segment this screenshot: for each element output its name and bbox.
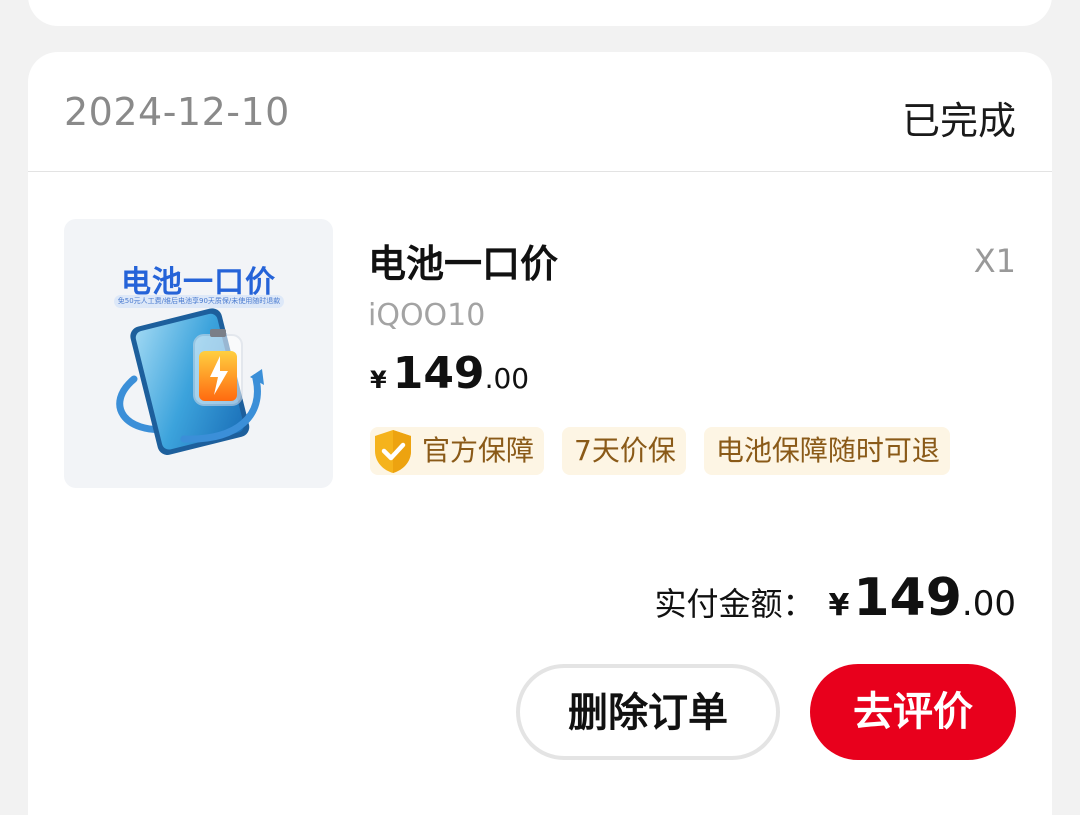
tag-price-protection[interactable]: 7天价保: [562, 427, 686, 475]
payment-decimal: .00: [961, 584, 1016, 624]
price-decimal: .00: [484, 362, 530, 395]
product-image[interactable]: 电池一口价 免50元人工费/维后电池享90天质保/未使用随时退款: [64, 219, 333, 488]
tag-official-guarantee[interactable]: 官方保障: [370, 427, 545, 475]
payment-integer: 149: [853, 568, 962, 628]
shield-check-icon: [375, 430, 411, 473]
payment-total: 实付金额： ¥149.00: [654, 568, 1016, 628]
tag-label: 电池保障随时可退: [715, 434, 940, 467]
previous-order-card: [28, 0, 1052, 26]
order-card[interactable]: 2024-12-10 已完成 电池一口价 免50元人工费/维后电池享90天质保/…: [28, 52, 1052, 815]
price-integer: 149: [392, 348, 485, 399]
product-model: iQOO10: [368, 298, 486, 333]
price-currency: ¥: [370, 366, 387, 394]
service-tags: 官方保障 7天价保 电池保障随时可退: [370, 427, 950, 475]
payment-label: 实付金额：: [654, 585, 815, 623]
review-button[interactable]: 去评价: [810, 664, 1016, 760]
order-date: 2024-12-10: [64, 90, 290, 134]
tag-battery-refund[interactable]: 电池保障随时可退: [703, 427, 950, 475]
order-status: 已完成: [901, 99, 1016, 143]
tag-label: 官方保障: [422, 434, 535, 467]
delete-order-button[interactable]: 删除订单: [516, 664, 780, 760]
phone-battery-illustration: [116, 308, 264, 455]
product-price: ¥149.00: [370, 348, 529, 399]
payment-currency: ¥: [828, 588, 850, 623]
product-name[interactable]: 电池一口价: [368, 233, 558, 288]
tag-label: 7天价保: [574, 434, 676, 467]
product-quantity: X1: [973, 242, 1016, 280]
order-header: 2024-12-10 已完成: [28, 52, 1052, 172]
